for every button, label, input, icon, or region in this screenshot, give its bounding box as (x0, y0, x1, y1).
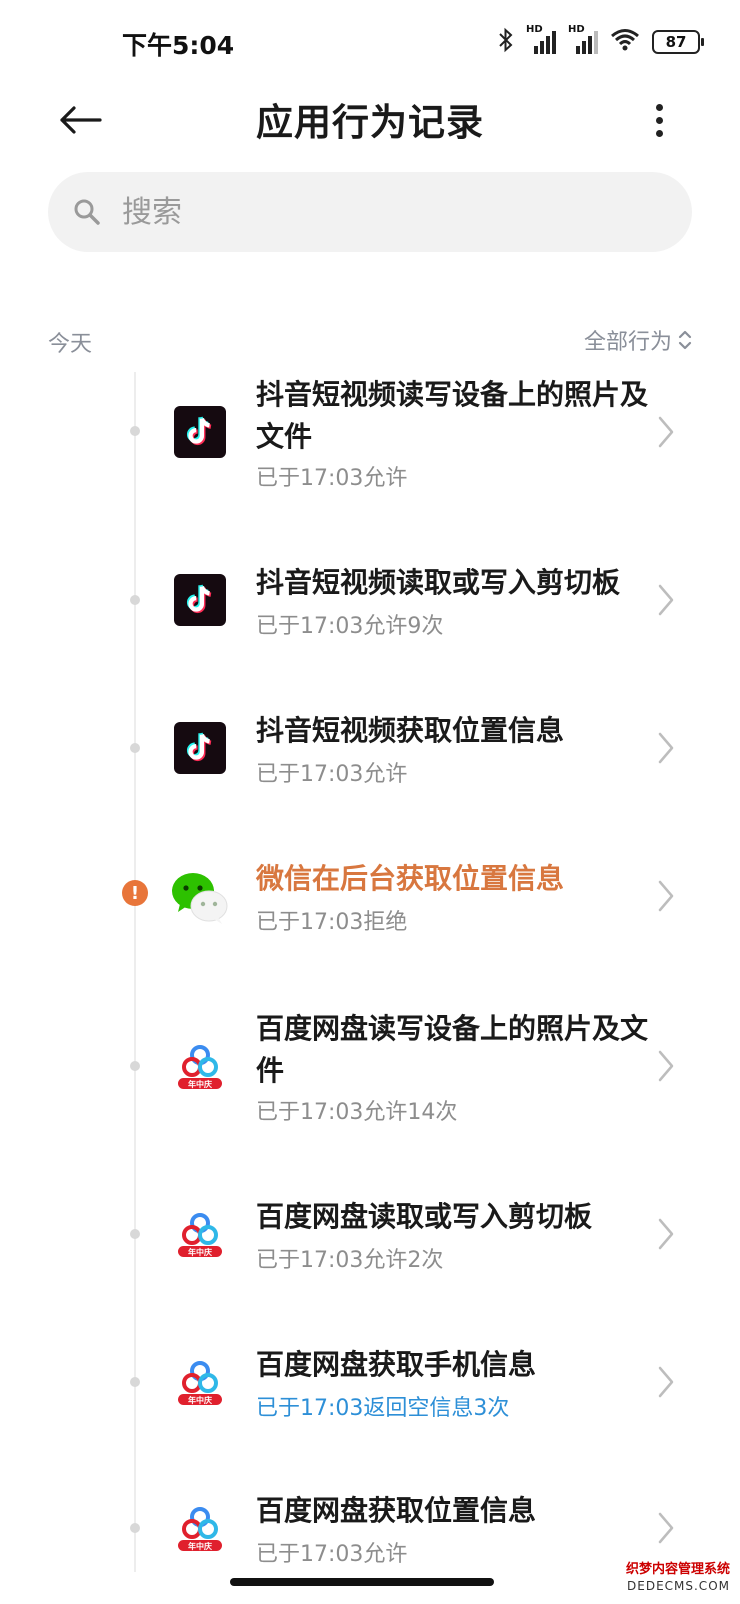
watermark: 织梦内容管理系统 DEDECMS.COM (626, 1562, 730, 1594)
timeline-dot (130, 426, 140, 436)
search-icon (72, 197, 102, 227)
wechat-app-icon (170, 866, 230, 926)
timeline-dot (130, 1523, 140, 1533)
chevron-right-icon (656, 1510, 676, 1546)
douyin-app-icon (174, 722, 226, 774)
sort-toggle-icon (678, 330, 692, 350)
timeline-dot (130, 595, 140, 605)
item-subtitle: 已于17:03允许 (256, 762, 408, 787)
promo-badge-text: 年中庆 (188, 1396, 212, 1405)
timeline-dot (130, 743, 140, 753)
status-icons: HD HD 87 (498, 24, 704, 58)
bluetooth-icon (498, 27, 514, 57)
item-subtitle: 已于17:03拒绝 (256, 910, 408, 935)
list-item[interactable]: 抖音短视频读写设备上的照片及文件 已于17:03允许 (0, 372, 740, 512)
list-item[interactable]: 抖音短视频读取或写入剪切板 已于17:03允许9次 (0, 562, 740, 652)
search-bar[interactable] (48, 172, 692, 252)
item-title: 百度网盘获取手机信息 (256, 1348, 537, 1381)
item-title: 抖音短视频读写设备上的照片及文件 (256, 378, 649, 453)
more-dot-icon (655, 116, 663, 124)
douyin-app-icon (174, 406, 226, 458)
item-title: 微信在后台获取位置信息 (256, 862, 565, 895)
promo-badge-text: 年中庆 (188, 1542, 212, 1551)
douyin-app-icon (174, 574, 226, 626)
chevron-right-icon (656, 1216, 676, 1252)
timeline-dot (130, 1377, 140, 1387)
watermark-line-2: DEDECMS.COM (627, 1579, 730, 1593)
chevron-right-icon (656, 582, 676, 618)
promo-badge-text: 年中庆 (188, 1248, 212, 1257)
item-title: 抖音短视频获取位置信息 (256, 714, 565, 747)
chevron-right-icon (656, 1364, 676, 1400)
more-options-button[interactable] (644, 94, 674, 146)
item-title: 抖音短视频读取或写入剪切板 (256, 566, 621, 599)
status-bar: 下午5:04 HD HD 87 (0, 0, 740, 86)
item-title: 百度网盘读写设备上的照片及文件 (256, 1012, 649, 1087)
chevron-right-icon (656, 1048, 676, 1084)
search-input[interactable] (120, 193, 644, 231)
list-item[interactable]: 年中庆 百度网盘读写设备上的照片及文件 已于17:03允许14次 (0, 1006, 740, 1146)
watermark-line-1: 织梦内容管理系统 (625, 1562, 730, 1577)
behavior-filter-button[interactable]: 全部行为 (584, 324, 692, 356)
chevron-right-icon (656, 730, 676, 766)
item-title: 百度网盘获取位置信息 (256, 1494, 537, 1527)
baidu-netdisk-app-icon: 年中庆 (174, 1356, 226, 1408)
section-date-label: 今天 (48, 332, 93, 357)
timeline-dot (130, 1229, 140, 1239)
chevron-right-icon (656, 414, 676, 450)
more-dot-icon (655, 103, 663, 111)
app-header: 应用行为记录 (0, 80, 740, 160)
baidu-netdisk-app-icon: 年中庆 (174, 1502, 226, 1554)
promo-badge-text: 年中庆 (188, 1080, 212, 1089)
signal-icon-sim2: HD (568, 24, 598, 56)
chevron-right-icon (656, 878, 676, 914)
more-dot-icon (655, 129, 663, 137)
signal-icon-sim1: HD (526, 24, 556, 56)
list-item[interactable]: 年中庆 百度网盘读取或写入剪切板 已于17:03允许2次 (0, 1196, 740, 1286)
list-item[interactable]: ! 微信在后台获取位置信息 已于17:03拒绝 (0, 858, 740, 948)
home-indicator[interactable] (230, 1578, 494, 1586)
item-title: 百度网盘读取或写入剪切板 (256, 1200, 593, 1233)
item-subtitle: 已于17:03允许9次 (256, 614, 444, 639)
warning-icon: ! (122, 880, 148, 906)
filter-label: 全部行为 (583, 330, 672, 355)
baidu-netdisk-app-icon: 年中庆 (174, 1208, 226, 1260)
item-subtitle: 已于17:03允许2次 (256, 1248, 444, 1273)
item-subtitle: 已于17:03返回空信息3次 (256, 1396, 510, 1421)
page-title: 应用行为记录 (256, 101, 484, 144)
battery-icon: 87 (652, 30, 704, 54)
item-subtitle: 已于17:03允许 (256, 1542, 408, 1567)
list-item[interactable]: 抖音短视频获取位置信息 已于17:03允许 (0, 710, 740, 800)
baidu-netdisk-app-icon: 年中庆 (174, 1040, 226, 1092)
status-time: 下午5:04 (122, 31, 235, 60)
item-subtitle: 已于17:03允许14次 (256, 1100, 458, 1125)
timeline-dot (130, 1061, 140, 1071)
wifi-icon (610, 28, 640, 56)
section-header: 今天 全部行为 (48, 322, 692, 362)
item-subtitle: 已于17:03允许 (256, 466, 408, 491)
list-item[interactable]: 年中庆 百度网盘获取手机信息 已于17:03返回空信息3次 (0, 1344, 740, 1434)
